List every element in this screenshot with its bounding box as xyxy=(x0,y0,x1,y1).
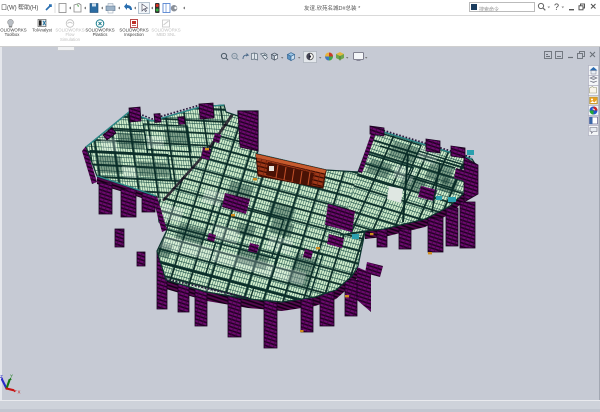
svg-text:X: X xyxy=(18,390,21,395)
svg-text:?: ? xyxy=(554,2,559,12)
svg-text:Z: Z xyxy=(0,374,3,379)
svg-text:Y: Y xyxy=(10,374,13,379)
